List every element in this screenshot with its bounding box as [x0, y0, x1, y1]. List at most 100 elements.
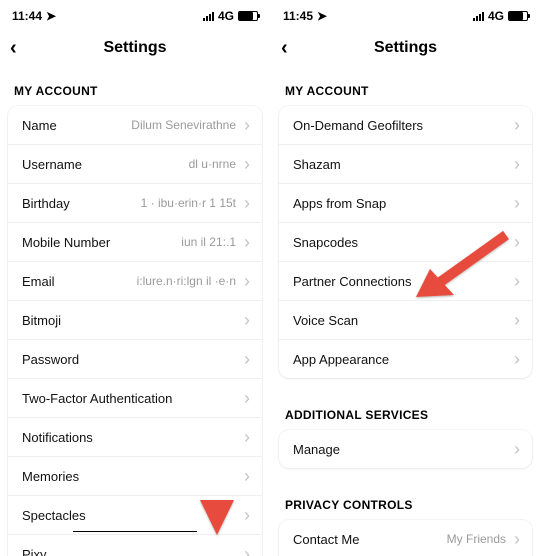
chevron-right-icon: ›	[244, 467, 250, 485]
row-label: Bitmoji	[22, 313, 61, 328]
row-label: Username	[22, 157, 82, 172]
battery-icon	[508, 11, 528, 21]
section-header-additional: ADDITIONAL SERVICES	[271, 394, 540, 430]
status-time: 11:45	[283, 9, 313, 23]
row-name[interactable]: Name Dilum Senevirathne ›	[8, 106, 262, 144]
chevron-right-icon: ›	[244, 233, 250, 251]
additional-services-list: Manage ›	[279, 430, 532, 468]
nav-bar: ‹ Settings	[271, 26, 540, 70]
row-label: Email	[22, 274, 55, 289]
chevron-right-icon: ›	[244, 506, 250, 524]
section-header-privacy: PRIVACY CONTROLS	[271, 484, 540, 520]
row-value: My Friends	[447, 532, 506, 546]
status-time: 11:44	[12, 9, 42, 23]
row-label: Birthday	[22, 196, 70, 211]
signal-icon	[203, 11, 214, 21]
row-birthday[interactable]: Birthday 1 · ibu·erin·r 1 15t ›	[8, 183, 262, 222]
signal-icon	[473, 11, 484, 21]
right-screenshot: 11:45 ➤ 4G ‹ Settings MY ACCOUNT On-Dema…	[270, 0, 540, 556]
row-username[interactable]: Username dl u·nrne ›	[8, 144, 262, 183]
chevron-right-icon: ›	[244, 272, 250, 290]
row-label: Memories	[22, 469, 79, 484]
network-label: 4G	[218, 9, 234, 23]
row-label: Manage	[293, 442, 340, 457]
row-on-demand-geofilters[interactable]: On-Demand Geofilters ›	[279, 106, 532, 144]
row-shazam[interactable]: Shazam ›	[279, 144, 532, 183]
row-value: Dilum Senevirathne	[131, 118, 236, 132]
row-memories[interactable]: Memories ›	[8, 456, 262, 495]
row-label: Apps from Snap	[293, 196, 386, 211]
row-app-appearance[interactable]: App Appearance ›	[279, 339, 532, 378]
section-header-my-account: MY ACCOUNT	[271, 70, 540, 106]
row-label: Password	[22, 352, 79, 367]
row-label: App Appearance	[293, 352, 389, 367]
chevron-right-icon: ›	[514, 530, 520, 548]
row-mobile-number[interactable]: Mobile Number iun il 21:.1 ›	[8, 222, 262, 261]
chevron-right-icon: ›	[244, 116, 250, 134]
page-title: Settings	[103, 39, 166, 57]
row-label: Pixy	[22, 547, 47, 556]
chevron-right-icon: ›	[514, 233, 520, 251]
row-label: Mobile Number	[22, 235, 110, 250]
status-bar: 11:45 ➤ 4G	[271, 6, 540, 26]
row-label: Voice Scan	[293, 313, 358, 328]
row-label: Notifications	[22, 430, 93, 445]
section-header-my-account: MY ACCOUNT	[0, 70, 270, 106]
my-account-list-right: On-Demand Geofilters›Shazam›Apps from Sn…	[279, 106, 532, 378]
chevron-right-icon: ›	[244, 428, 250, 446]
row-manage[interactable]: Manage ›	[279, 430, 532, 468]
network-label: 4G	[488, 9, 504, 23]
chevron-right-icon: ›	[514, 155, 520, 173]
chevron-right-icon: ›	[244, 194, 250, 212]
row-snapcodes[interactable]: Snapcodes ›	[279, 222, 532, 261]
chevron-right-icon: ›	[514, 272, 520, 290]
location-icon: ➤	[46, 9, 56, 23]
row-password[interactable]: Password ›	[8, 339, 262, 378]
row-email[interactable]: Email i:lure.n·ri:lgn il ·e·n ›	[8, 261, 262, 300]
row-pixy[interactable]: Pixy ›	[8, 534, 262, 556]
chevron-right-icon: ›	[244, 350, 250, 368]
location-icon: ➤	[317, 9, 327, 23]
back-button[interactable]: ‹	[10, 37, 17, 60]
chevron-right-icon: ›	[514, 311, 520, 329]
row-voice-scan[interactable]: Voice Scan ›	[279, 300, 532, 339]
row-value: dl u·nrne	[189, 157, 236, 171]
row-label: Two-Factor Authentication	[22, 391, 172, 406]
chevron-right-icon: ›	[244, 545, 250, 556]
status-bar: 11:44 ➤ 4G	[0, 6, 270, 26]
page-title: Settings	[374, 39, 437, 57]
chevron-right-icon: ›	[244, 389, 250, 407]
back-button[interactable]: ‹	[281, 37, 288, 60]
row-label: Partner Connections	[293, 274, 412, 289]
chevron-right-icon: ›	[244, 155, 250, 173]
chevron-right-icon: ›	[514, 194, 520, 212]
privacy-controls-list: Contact MeMy Friends›View My StoryMy Fri…	[279, 520, 532, 556]
my-account-list: Name Dilum Senevirathne › Username dl u·nrne…	[8, 106, 262, 556]
row-label: On-Demand Geofilters	[293, 118, 423, 133]
chevron-right-icon: ›	[514, 350, 520, 368]
row-contact-me[interactable]: Contact Me My Friends ›	[279, 520, 532, 556]
chevron-right-icon: ›	[514, 116, 520, 134]
row-value: i:lure.n·ri:lgn il ·e·n	[137, 274, 236, 288]
home-indicator	[73, 531, 197, 532]
left-screenshot: 11:44 ➤ 4G ‹ Settings MY ACCOUNT Name Dil…	[0, 0, 270, 556]
scroll-area-left[interactable]: MY ACCOUNT NameDilum Senevirathne›Userna…	[0, 70, 270, 556]
row-notifications[interactable]: Notifications ›	[8, 417, 262, 456]
row-spectacles[interactable]: Spectacles ›	[8, 495, 262, 534]
row-bitmoji[interactable]: Bitmoji ›	[8, 300, 262, 339]
row-label: Spectacles	[22, 508, 86, 523]
scroll-area-right[interactable]: MY ACCOUNT On-Demand Geofilters›Shazam›A…	[271, 70, 540, 556]
row-partner-connections[interactable]: Partner Connections ›	[279, 261, 532, 300]
row-two-factor-authentication[interactable]: Two-Factor Authentication ›	[8, 378, 262, 417]
battery-icon	[238, 11, 258, 21]
row-label: Contact Me	[293, 532, 359, 547]
row-apps-from-snap[interactable]: Apps from Snap ›	[279, 183, 532, 222]
row-value: iun il 21:.1	[181, 235, 236, 249]
row-label: Shazam	[293, 157, 341, 172]
row-label: Name	[22, 118, 57, 133]
row-value: 1 · ibu·erin·r 1 15t	[141, 196, 236, 210]
chevron-right-icon: ›	[244, 311, 250, 329]
nav-bar: ‹ Settings	[0, 26, 270, 70]
chevron-right-icon: ›	[514, 440, 520, 458]
row-label: Snapcodes	[293, 235, 358, 250]
